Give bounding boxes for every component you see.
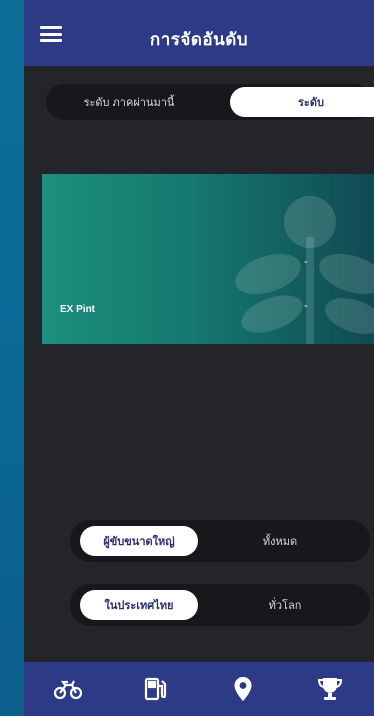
tree-icon xyxy=(235,196,374,344)
tab-rank[interactable]: ระดับ xyxy=(230,87,374,117)
card-value-bottom: - xyxy=(304,300,308,312)
nav-ranking[interactable] xyxy=(310,669,350,709)
motorcycle-icon xyxy=(53,680,82,700)
card-user-name: EX Pint xyxy=(60,304,96,315)
bottom-navigation xyxy=(24,662,374,716)
page-title: การจัดอันดับ xyxy=(149,30,249,49)
fuel-pump-icon xyxy=(145,677,167,701)
nav-motorcycle[interactable] xyxy=(48,669,88,709)
app-screen: การจัดอันดับ ระดับ ภาคผ่านมานี้ ระดับ EX… xyxy=(24,0,374,716)
vehicle-filter: ผู้ขับขนาดใหญ่ ทั้งหมด xyxy=(70,520,370,562)
ranking-card[interactable]: EX Pint - - xyxy=(42,174,374,344)
filter-large-riders[interactable]: ผู้ขับขนาดใหญ่ xyxy=(80,526,198,556)
top-bar: การจัดอันดับ xyxy=(24,0,374,66)
nav-fuel[interactable] xyxy=(135,669,175,709)
filter-thailand[interactable]: ในประเทศไทย xyxy=(80,590,198,620)
nav-location[interactable] xyxy=(223,669,263,709)
ranking-period-tabs: ระดับ ภาคผ่านมานี้ ระดับ xyxy=(46,84,374,120)
filter-global[interactable]: ทั่วโลก xyxy=(220,590,350,620)
trophy-icon xyxy=(318,678,343,700)
card-value-top: - xyxy=(304,256,308,268)
tab-recent[interactable]: ระดับ ภาคผ่านมานี้ xyxy=(54,87,204,117)
hamburger-menu-icon[interactable] xyxy=(40,26,62,42)
filter-all[interactable]: ทั้งหมด xyxy=(220,526,340,556)
region-filter: ในประเทศไทย ทั่วโลก xyxy=(70,584,370,626)
location-pin-icon xyxy=(234,677,252,701)
